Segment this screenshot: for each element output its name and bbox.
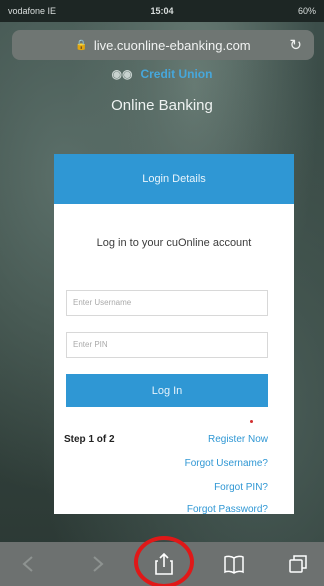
register-now-link[interactable]: Register Now: [208, 434, 268, 445]
brand-name: Credit Union: [140, 67, 213, 81]
share-highlight-circle: [134, 536, 194, 586]
status-bar: vodafone IE 15:04 60%: [0, 0, 324, 22]
lock-icon: 🔒: [75, 39, 88, 51]
username-input[interactable]: Enter Username: [66, 290, 268, 316]
brand-logo: ◉◉ Credit Union: [0, 67, 324, 81]
login-button[interactable]: Log In: [66, 374, 268, 407]
card-header: Login Details: [54, 154, 294, 204]
forward-icon[interactable]: [86, 552, 110, 576]
login-intro: Log in to your cuOnline account: [96, 237, 252, 249]
forgot-pin-link[interactable]: Forgot PIN?: [214, 482, 268, 493]
step-indicator: Step 1 of 2: [64, 434, 115, 445]
page-title: Online Banking: [111, 97, 213, 114]
credit-union-logo-icon: ◉◉: [111, 67, 133, 81]
address-bar[interactable]: 🔒 live.cuonline-ebanking.com ↻: [12, 30, 314, 60]
forgot-password-link[interactable]: Forgot Password?: [187, 504, 268, 515]
tabs-icon[interactable]: [286, 552, 310, 576]
url-text: live.cuonline-ebanking.com: [93, 37, 251, 53]
red-dot: [250, 420, 253, 423]
forgot-username-link[interactable]: Forgot Username?: [185, 458, 268, 469]
pin-input[interactable]: Enter PIN: [66, 332, 268, 358]
back-icon[interactable]: [16, 552, 40, 576]
bookmarks-icon[interactable]: [222, 552, 246, 576]
login-card: Login Details Log in to your cuOnline ac…: [54, 154, 294, 515]
clock: 15:04: [150, 6, 174, 16]
reload-icon[interactable]: ↻: [289, 36, 302, 54]
